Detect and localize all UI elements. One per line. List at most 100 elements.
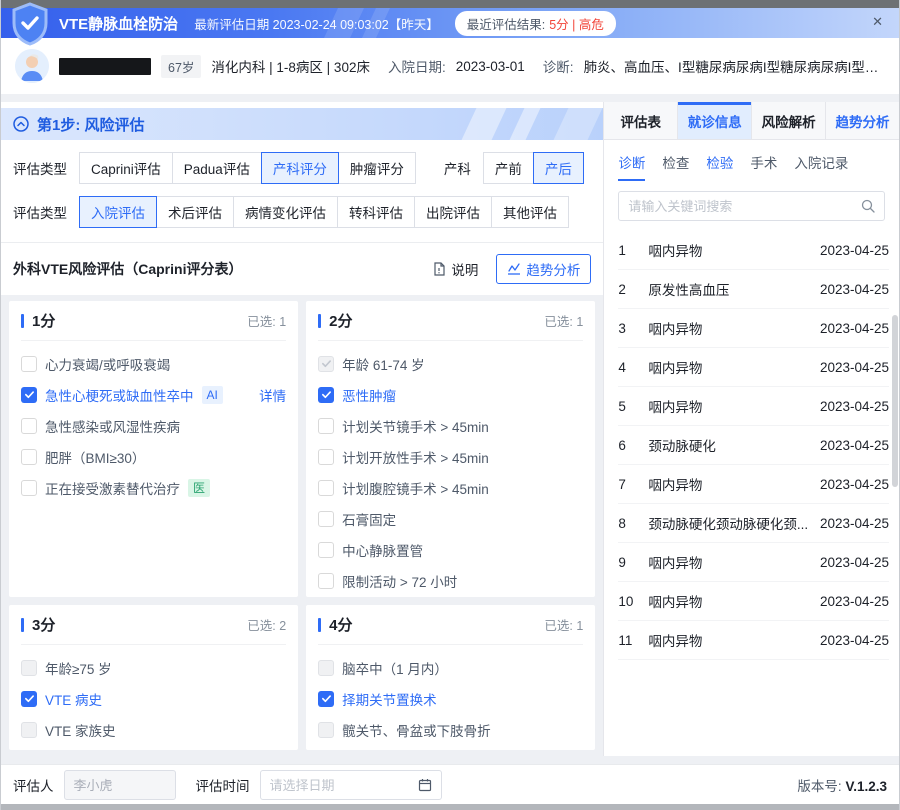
subtab-diagnosis[interactable]: 诊断: [618, 152, 645, 181]
diagnosis-list-item[interactable]: 10咽内异物2023-04-25: [618, 582, 889, 621]
risk-factor-row: 急性感染或风湿性疾病: [21, 410, 286, 441]
tab-visit-info[interactable]: 就诊信息: [678, 102, 752, 139]
risk-factor-checkbox[interactable]: [318, 418, 334, 434]
footer-bar: 评估人 评估时间 请选择日期 版本号: V.1.2.3: [1, 764, 899, 804]
section-header: 2分已选: 1: [318, 301, 583, 341]
collapse-icon[interactable]: [13, 116, 29, 132]
risk-factor-checkbox[interactable]: [318, 573, 334, 589]
window-top-strip: [1, 0, 899, 8]
diagnosis-list-item[interactable]: 11咽内异物2023-04-25: [618, 621, 889, 660]
risk-factor-row: 脑卒中（1 月内）: [318, 652, 583, 683]
risk-factor-checkbox[interactable]: [21, 418, 37, 434]
item-number: 1: [618, 243, 648, 258]
trend-chart-icon: [507, 262, 521, 276]
section-selected-count: 已选: 2: [247, 615, 286, 634]
tab-assessment-table[interactable]: 评估表: [604, 102, 678, 139]
risk-factor-checkbox[interactable]: [318, 660, 334, 676]
diagnosis-list-item[interactable]: 6颈动脉硬化2023-04-25: [618, 426, 889, 465]
main-content: 第1步: 风险评估 评估类型 Caprini评估 Padua评估 产科评分 肿瘤…: [1, 102, 899, 756]
risk-factor-checkbox[interactable]: [21, 449, 37, 465]
tab-trend-analysis[interactable]: 趋势分析: [826, 102, 899, 139]
diagnosis-list-item[interactable]: 5咽内异物2023-04-25: [618, 387, 889, 426]
risk-factor-checkbox[interactable]: [318, 387, 334, 403]
diagnosis-list-item[interactable]: 2原发性高血压2023-04-25: [618, 270, 889, 309]
diagnosis-date: 2023-04-25: [820, 243, 889, 258]
diagnosis-name: 咽内异物: [648, 240, 820, 260]
subtab-examination[interactable]: 检查: [662, 152, 689, 181]
risk-factor-checkbox[interactable]: [21, 660, 37, 676]
risk-factor-checkbox[interactable]: [318, 691, 334, 707]
risk-factor-checkbox[interactable]: [318, 480, 334, 496]
tab-caprini[interactable]: Caprini评估: [79, 152, 173, 184]
risk-factor-checkbox[interactable]: [318, 542, 334, 558]
close-icon[interactable]: ✕: [872, 15, 883, 28]
ai-badge: AI: [202, 386, 223, 404]
scrollbar-thumb[interactable]: [892, 315, 898, 487]
risk-factor-checkbox[interactable]: [318, 722, 334, 738]
form-title-row: 外科VTE风险评估（Caprini评分表） 说明 趋势分析: [1, 243, 603, 295]
tab-tumor-score[interactable]: 肿瘤评分: [338, 152, 416, 184]
tab-padua[interactable]: Padua评估: [172, 152, 262, 184]
risk-factor-checkbox[interactable]: [318, 511, 334, 527]
diagnosis-name: 咽内异物: [648, 552, 820, 572]
assessment-type-label: 评估类型: [13, 202, 67, 222]
search-input[interactable]: [628, 199, 855, 214]
risk-factor-row: 中心静脉置管: [318, 534, 583, 565]
risk-factor-checkbox[interactable]: [21, 480, 37, 496]
assessment-time-label: 评估时间: [196, 775, 250, 795]
tab-risk-analysis[interactable]: 风险解析: [752, 102, 826, 139]
score-section-2: 2分已选: 1年龄 61-74 岁恶性肿瘤计划关节镜手术 > 45min计划开放…: [306, 301, 595, 597]
subtab-lab-test[interactable]: 检验: [706, 152, 733, 181]
risk-factor-row: 急性脊髓损伤（1 月内）: [318, 745, 583, 750]
tab-postpartum[interactable]: 产后: [533, 152, 584, 184]
risk-factor-row: 心力衰竭/或呼吸衰竭: [21, 348, 286, 379]
tab-condition-change-assessment[interactable]: 病情变化评估: [233, 196, 338, 228]
assessor-input[interactable]: [64, 770, 176, 800]
risk-factor-row: 年龄 61-74 岁: [318, 348, 583, 379]
tab-obstetric-score[interactable]: 产科评分: [261, 152, 339, 184]
divider: [1, 94, 899, 102]
step1-header[interactable]: 第1步: 风险评估: [1, 108, 603, 140]
search-icon[interactable]: [861, 199, 875, 213]
tab-antepartum[interactable]: 产前: [483, 152, 534, 184]
tab-admission-assessment[interactable]: 入院评估: [79, 196, 157, 228]
section-selected-count: 已选: 1: [247, 311, 286, 330]
diagnosis-list-item[interactable]: 4咽内异物2023-04-25: [618, 348, 889, 387]
assessment-type-row-1: 评估类型 Caprini评估 Padua评估 产科评分 肿瘤评分 产科 产前 产…: [13, 152, 591, 184]
detail-link[interactable]: 详情: [259, 385, 286, 405]
subtab-surgery[interactable]: 手术: [750, 152, 777, 181]
risk-factor-checkbox[interactable]: [318, 449, 334, 465]
trend-analysis-button[interactable]: 趋势分析: [496, 254, 591, 284]
risk-factor-row: 急性心梗死或缺血性卒中AI详情: [21, 379, 286, 410]
risk-factor-checkbox[interactable]: [21, 387, 37, 403]
help-button[interactable]: 说明: [432, 259, 478, 279]
latest-result-badge: 最近评估结果: 5分 | 高危: [455, 11, 616, 36]
tab-other-assessment[interactable]: 其他评估: [491, 196, 569, 228]
diagnosis-name: 咽内异物: [648, 318, 820, 338]
assessment-date-picker[interactable]: 请选择日期: [260, 770, 442, 800]
date-placeholder: 请选择日期: [270, 775, 412, 794]
risk-factor-checkbox[interactable]: [318, 356, 334, 372]
diagnosis-date: 2023-04-25: [820, 321, 889, 336]
header-stripe: [462, 108, 507, 140]
risk-factor-checkbox[interactable]: [21, 691, 37, 707]
window-bottom-strip: [1, 804, 899, 810]
risk-factor-checkbox[interactable]: [21, 722, 37, 738]
divider: [1, 756, 899, 764]
diagnosis-list-item[interactable]: 9咽内异物2023-04-25: [618, 543, 889, 582]
risk-factor-label: 恶性肿瘤: [342, 385, 396, 405]
calendar-icon: [418, 778, 432, 792]
diagnosis-list-item[interactable]: 3咽内异物2023-04-25: [618, 309, 889, 348]
subtab-admission-record[interactable]: 入院记录: [794, 152, 848, 181]
risk-factor-checkbox[interactable]: [21, 356, 37, 372]
tab-discharge-assessment[interactable]: 出院评估: [414, 196, 492, 228]
score-section-4: 4分已选: 1脑卒中（1 月内）择期关节置换术髋关节、骨盆或下肢骨折急性脊髓损伤…: [306, 605, 595, 750]
diagnosis-list-item[interactable]: 1咽内异物2023-04-25: [618, 231, 889, 270]
tab-postop-assessment[interactable]: 术后评估: [156, 196, 234, 228]
section-selected-count: 已选: 1: [544, 311, 583, 330]
diagnosis-list-item[interactable]: 8颈动脉硬化颈动脉硬化颈...2023-04-25: [618, 504, 889, 543]
assessment-panel: 第1步: 风险评估 评估类型 Caprini评估 Padua评估 产科评分 肿瘤…: [1, 102, 604, 756]
diagnosis-date: 2023-04-25: [820, 360, 889, 375]
tab-transfer-assessment[interactable]: 转科评估: [337, 196, 415, 228]
diagnosis-list-item[interactable]: 7咽内异物2023-04-25: [618, 465, 889, 504]
